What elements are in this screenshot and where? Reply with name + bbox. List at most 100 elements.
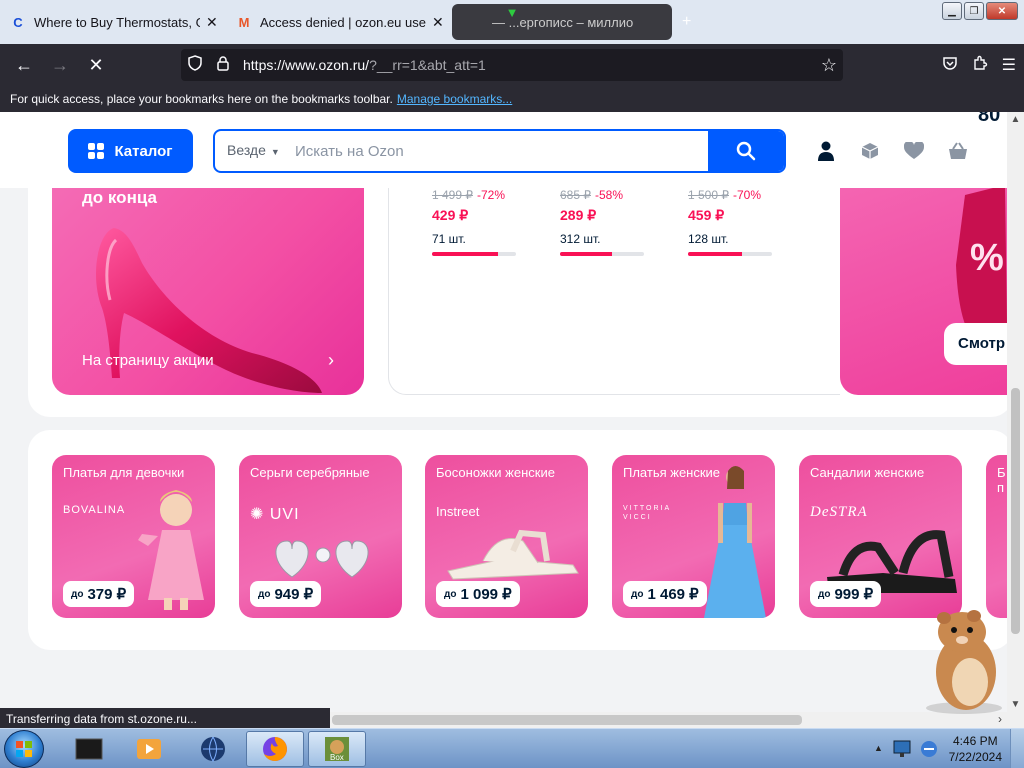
- tab-title: Where to Buy Thermostats, Gas: [34, 14, 200, 30]
- deal-item[interactable]: 685 ₽ -58% 289 ₽ 312 шт.: [560, 188, 650, 256]
- deal-item[interactable]: 1 499 ₽ -72% 429 ₽ 71 шт.: [432, 188, 522, 256]
- deal-item[interactable]: 1 500 ₽ -70% 459 ₽ 128 шт.: [688, 188, 778, 256]
- discount-badge: -70%: [733, 188, 762, 202]
- globe-icon: [201, 736, 225, 762]
- taskbar-terminal[interactable]: [60, 731, 118, 767]
- tab-thermostats[interactable]: C Where to Buy Thermostats, Gas ✕: [10, 4, 222, 40]
- site-header: Каталог Везде▼ 80: [0, 112, 1007, 188]
- scroll-up-arrow-icon[interactable]: ▲: [1007, 114, 1024, 125]
- forward-arrow-icon[interactable]: →: [42, 55, 78, 76]
- close-icon[interactable]: ✕: [432, 14, 444, 31]
- deal-quantity: 128 шт.: [688, 232, 729, 246]
- start-button[interactable]: [4, 730, 44, 768]
- scroll-right-arrow-icon[interactable]: ›: [998, 712, 1002, 726]
- woman-dress-image: [704, 466, 766, 618]
- terminal-icon: [75, 738, 103, 760]
- discount-badge: -72%: [477, 188, 506, 202]
- girl-dress-image: [138, 490, 204, 610]
- taskbar-clock[interactable]: 4:46 PM 7/22/2024: [949, 733, 1002, 765]
- minimize-button[interactable]: ▁: [942, 2, 962, 20]
- discount-badge: -58%: [595, 188, 624, 202]
- category-title: Платья для девочки: [63, 465, 185, 480]
- pocket-icon[interactable]: [942, 55, 958, 76]
- box-app-icon: Box: [325, 737, 349, 762]
- search-icon: [736, 141, 756, 161]
- favorites-heart-icon[interactable]: [903, 140, 925, 162]
- category-card-girls-dresses[interactable]: Платья для девочки BOVALINA до 379 ₽: [52, 455, 215, 618]
- old-price: 685 ₽: [560, 188, 591, 202]
- bookmarks-toolbar: For quick access, place your bookmarks h…: [0, 86, 1024, 112]
- cart-basket-icon[interactable]: [947, 140, 969, 162]
- search-input[interactable]: [295, 140, 705, 162]
- back-arrow-icon[interactable]: ←: [6, 55, 42, 76]
- close-icon[interactable]: ✕: [206, 14, 218, 31]
- view-more-button[interactable]: Смотр: [944, 323, 1007, 365]
- windows-logo-icon: [16, 741, 32, 757]
- chevron-right-icon[interactable]: ›: [328, 350, 334, 371]
- catalog-button[interactable]: Каталог: [68, 129, 193, 173]
- stock-progress-bar: [432, 252, 516, 256]
- taskbar-firefox[interactable]: [246, 731, 304, 767]
- network-monitor-icon[interactable]: [892, 739, 914, 759]
- tray-expand-icon[interactable]: ▲: [874, 743, 883, 753]
- taskbar-box-app[interactable]: Box: [308, 731, 366, 767]
- category-price-badge: до 1 469 ₽: [623, 581, 707, 607]
- brand-logo: VITTORIA VICCI: [623, 505, 671, 521]
- new-tab-button[interactable]: +: [682, 4, 712, 40]
- scrollbar-thumb[interactable]: [332, 715, 802, 725]
- windows-taskbar: Box ▲ 4:46 PM 7/22/2024: [0, 728, 1024, 768]
- old-price: 1 499 ₽: [432, 188, 473, 202]
- category-card-womens-sandals[interactable]: Босоножки женские Instreet до 1 099 ₽: [425, 455, 588, 618]
- profile-icon[interactable]: [815, 140, 837, 162]
- horizontal-scrollbar[interactable]: ›: [330, 712, 1024, 728]
- promo-link[interactable]: На страницу акции: [82, 352, 214, 369]
- window-close-button[interactable]: ✕: [986, 2, 1018, 20]
- maximize-button[interactable]: ❐: [964, 2, 984, 20]
- window-controls: ▁ ❐ ✕: [942, 2, 1018, 20]
- show-desktop-button[interactable]: [1010, 729, 1024, 768]
- tab-access-denied[interactable]: M Access denied | ozon.eu used C ✕: [236, 4, 448, 40]
- category-card-partial[interactable]: Б п: [986, 455, 1007, 618]
- tab-bar: C Where to Buy Thermostats, Gas ✕ M Acce…: [0, 0, 1024, 44]
- extensions-icon[interactable]: [972, 55, 988, 76]
- deal-quantity: 71 шт.: [432, 232, 466, 246]
- scroll-down-arrow-icon[interactable]: ▼: [1007, 699, 1024, 710]
- tab-ozon[interactable]: ▼ — ...ергописс – миллио: [452, 4, 672, 40]
- bookmark-star-icon[interactable]: ☆: [821, 55, 837, 76]
- catalog-label: Каталог: [114, 142, 173, 160]
- manage-bookmarks-link[interactable]: Manage bookmarks...: [397, 92, 512, 106]
- promo-banner[interactable]: до конца На страницу акции ›: [52, 188, 364, 395]
- tab-title: Access denied | ozon.eu used C: [260, 14, 426, 30]
- category-price-badge: до 949 ₽: [250, 581, 322, 607]
- deal-quantity: 312 шт.: [560, 232, 601, 246]
- clock-time: 4:46 PM: [952, 734, 998, 748]
- svg-text:%: %: [970, 237, 1004, 279]
- magento-logo-icon: M: [238, 14, 250, 30]
- menu-icon[interactable]: ☰: [1002, 55, 1016, 75]
- category-price-badge: до 1 099 ₽: [436, 581, 520, 607]
- vertical-scrollbar[interactable]: ▲ ▼: [1007, 112, 1024, 712]
- orders-box-icon[interactable]: [859, 140, 881, 162]
- sandals-image: [447, 529, 579, 580]
- clock-date: 7/22/2024: [948, 750, 1002, 764]
- lock-icon[interactable]: [209, 55, 237, 75]
- stop-loading-icon[interactable]: ✕: [78, 55, 114, 76]
- category-card-womens-dresses[interactable]: Платья женские VITTORIA VICCI до 1 469 ₽: [612, 455, 775, 618]
- stock-progress-bar: [560, 252, 644, 256]
- taskbar-media-player[interactable]: [120, 731, 178, 767]
- tray-app-icon[interactable]: [918, 739, 940, 759]
- toolbar-right: ☰: [942, 44, 1016, 86]
- hamster-mascot-image: [926, 610, 1002, 714]
- url-bar[interactable]: https://www.ozon.ru/?__rr=1&abt_att=1 ☆: [181, 49, 843, 81]
- taskbar-globe[interactable]: [184, 731, 242, 767]
- shield-icon[interactable]: [181, 55, 209, 75]
- brand-logo: BOVALINA: [63, 504, 126, 516]
- category-card-womens-sandals-destra[interactable]: Сандалии женские DeSTRA до 999 ₽: [799, 455, 962, 618]
- search-button[interactable]: [708, 131, 784, 171]
- earrings-image: [275, 540, 369, 578]
- category-card-silver-earrings[interactable]: Серьги серебряные ✺ UVI до 949 ₽: [239, 455, 402, 618]
- scrollbar-thumb[interactable]: [1011, 388, 1020, 634]
- brand-logo: ✺ UVI: [250, 506, 300, 523]
- media-player-icon: [137, 739, 161, 759]
- search-scope-dropdown[interactable]: Везде ▼: [227, 142, 280, 158]
